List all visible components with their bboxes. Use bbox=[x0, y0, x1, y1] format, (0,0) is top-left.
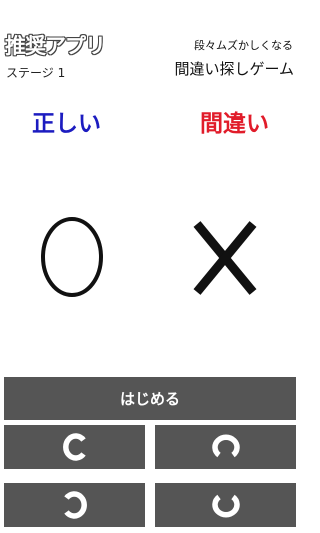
cross-icon bbox=[192, 220, 258, 296]
game-title: 間違い探しゲーム bbox=[174, 60, 294, 78]
option-button-bottom-right[interactable] bbox=[155, 483, 296, 527]
landolt-c-open-top-icon bbox=[211, 491, 240, 519]
wrong-header: 間違い bbox=[200, 111, 269, 137]
option-button-top-right[interactable] bbox=[155, 425, 296, 469]
circle-icon bbox=[40, 216, 104, 298]
subtitle: 段々ムズかしくなる bbox=[194, 39, 293, 52]
landolt-c-open-left-icon bbox=[62, 491, 88, 519]
landolt-c-open-bottom-icon bbox=[211, 433, 240, 461]
landolt-c-open-right-icon bbox=[62, 433, 88, 461]
option-button-bottom-left[interactable] bbox=[4, 483, 145, 527]
option-button-top-left[interactable] bbox=[4, 425, 145, 469]
start-button[interactable]: はじめる bbox=[4, 377, 296, 420]
app-logo[interactable]: 推奨アプリ bbox=[5, 30, 106, 60]
stage-label: ステージ 1 bbox=[6, 66, 66, 80]
correct-header: 正しい bbox=[32, 111, 101, 137]
